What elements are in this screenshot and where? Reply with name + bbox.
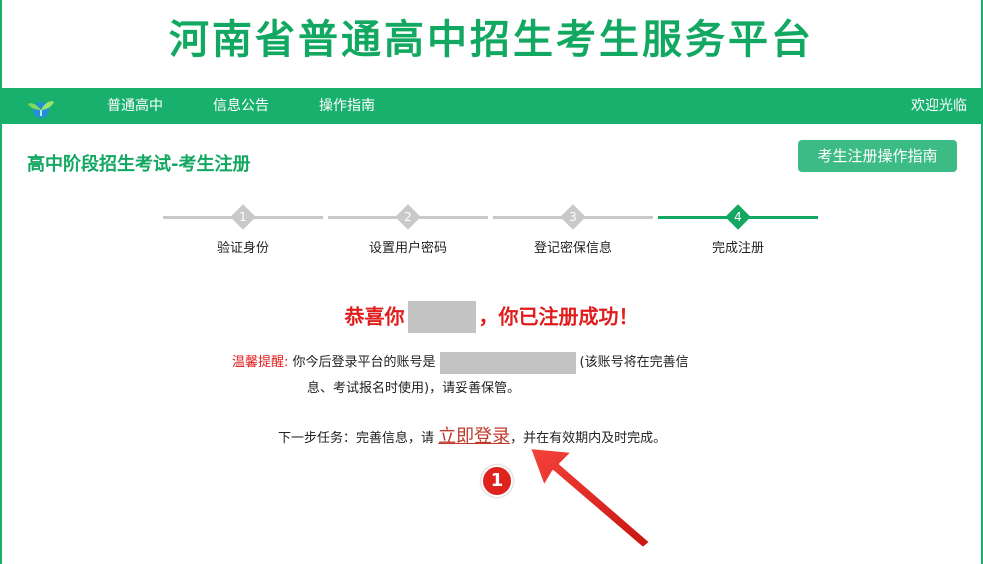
reminder-line-2: 息、考试报名时使用)，请妥善保管。 <box>307 381 521 396</box>
step-label: 登记密保信息 <box>533 241 612 256</box>
step-number: 1 <box>239 210 247 224</box>
step-label: 完成注册 <box>711 241 764 256</box>
registration-guide-button[interactable]: 考生注册操作指南 <box>798 140 957 172</box>
step-number: 4 <box>734 210 742 224</box>
success-message: 恭喜你 ，你已注册成功！ <box>0 298 983 333</box>
success-suffix: ，你已注册成功！ <box>478 304 639 329</box>
site-title: 河南省普通高中招生考生服务平台 <box>169 17 814 63</box>
step-number: 2 <box>404 210 412 224</box>
reminder-label: 温馨提醒: <box>232 355 289 370</box>
top-navbar: 普通高中 信息公告 操作指南 欢迎光临 <box>0 88 983 124</box>
masked-account-number <box>439 351 576 374</box>
step-number: 3 <box>569 210 577 224</box>
welcome-text: 欢迎光临 <box>911 98 967 114</box>
step-complete-registration: 4 完成注册 <box>658 204 818 264</box>
step-label: 验证身份 <box>216 241 269 256</box>
step-label: 设置用户密码 <box>368 241 447 256</box>
reminder-before: 你今后登录平台的账号是 <box>292 355 436 370</box>
step-set-password: 2 设置用户密码 <box>328 204 488 264</box>
nav-item-general-high-school[interactable]: 普通高中 <box>107 88 163 124</box>
annotation-arrow-icon <box>529 447 651 549</box>
step-verify-identity: 1 验证身份 <box>163 204 323 264</box>
annotation-callout-badge: 1 <box>481 465 513 497</box>
page-title: 高中阶段招生考试-考生注册 <box>27 154 251 175</box>
seedling-logo-icon <box>28 101 54 118</box>
nav-item-announcements[interactable]: 信息公告 <box>213 88 269 124</box>
masked-username <box>407 300 476 333</box>
next-step-before: 下一步任务：完善信息，请 <box>278 431 435 446</box>
nav-item-guide[interactable]: 操作指南 <box>319 88 375 124</box>
reminder-after: (该账号将在完善信 <box>579 355 689 370</box>
registration-steps: 1 验证身份 2 设置用户密码 3 登记密保信息 4 完成注册 <box>163 204 823 264</box>
step-security-info: 3 登记密保信息 <box>493 204 653 264</box>
reminder-text: 温馨提醒: 你今后登录平台的账号是 (该账号将在完善信 息、考试报名时使用)，请妥… <box>232 350 752 402</box>
site-banner: 河南省普通高中招生考生服务平台 <box>0 0 983 88</box>
success-prefix: 恭喜你 <box>344 304 405 329</box>
